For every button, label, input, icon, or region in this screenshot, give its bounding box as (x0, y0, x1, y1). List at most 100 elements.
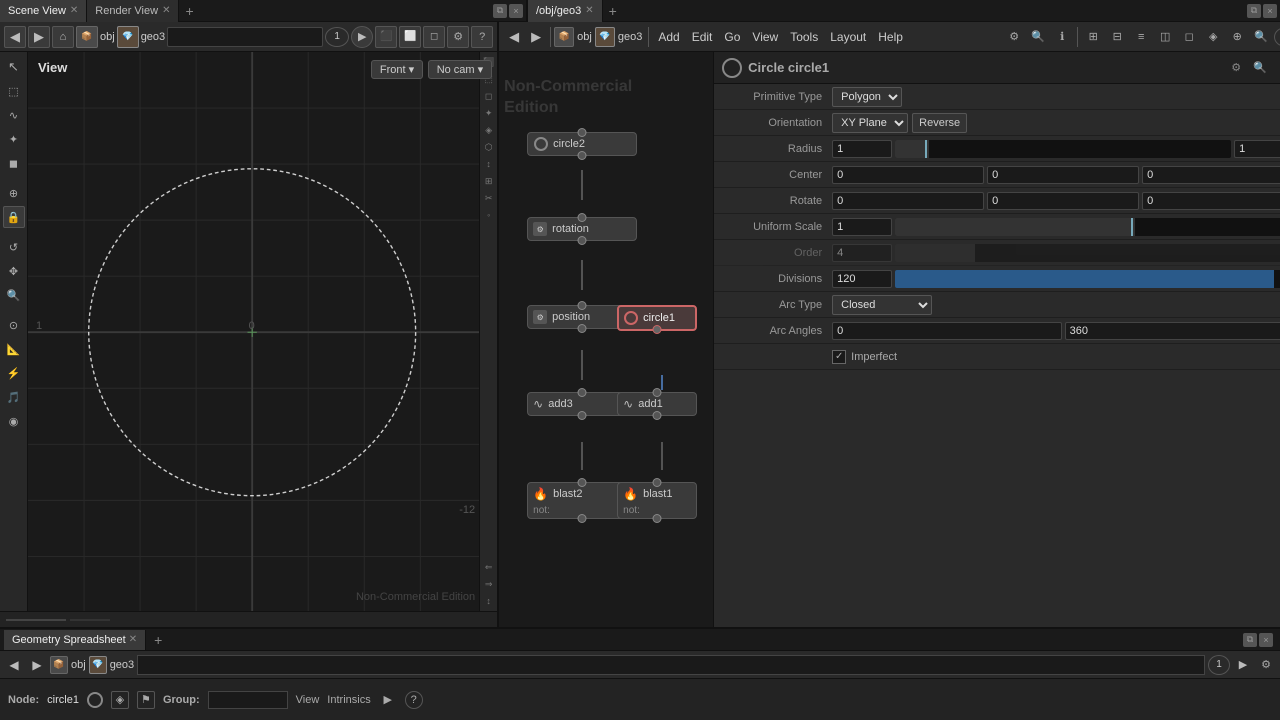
node-position-connector-bottom[interactable] (578, 324, 587, 333)
node-flag-icon[interactable]: ⚑ (137, 691, 155, 709)
uniform-scale-slider[interactable] (895, 218, 1280, 236)
settings-icon[interactable]: ⚙ (447, 26, 469, 48)
tool-paint[interactable]: ◼ (3, 152, 25, 174)
node-circle2-connector-top[interactable] (578, 128, 587, 137)
viewport-side-btn-3[interactable]: ◻ (481, 88, 497, 104)
node-display-icon[interactable]: ◈ (111, 691, 129, 709)
node-add1-connector-top[interactable] (653, 388, 662, 397)
add-tab-right[interactable]: + (603, 3, 623, 19)
radius-input-1[interactable] (832, 140, 892, 158)
win-btn-3[interactable]: ⧉ (1247, 4, 1261, 18)
tool-orbit[interactable]: ↺ (3, 236, 25, 258)
tab-geo3-close[interactable]: ✕ (585, 5, 593, 16)
viewport-side-btn-10[interactable]: ◦ (481, 207, 497, 223)
arc-angle-1[interactable] (832, 322, 1062, 340)
node-rotation-connector-top[interactable] (578, 213, 587, 222)
menu-tools[interactable]: Tools (784, 25, 824, 49)
geometry-spreadsheet-close[interactable]: ✕ (129, 634, 137, 645)
imperfect-checkbox[interactable]: ✓ (832, 350, 846, 364)
radius-slider[interactable] (895, 140, 1231, 158)
win-btn-2[interactable]: × (509, 4, 523, 18)
node-blast2-connector-top[interactable] (578, 478, 587, 487)
tab-render-view[interactable]: Render View ✕ (87, 0, 179, 22)
tool-transform[interactable]: ⊕ (3, 182, 25, 204)
menu-layout[interactable]: Layout (824, 25, 872, 49)
tool-lasso[interactable]: ∿ (3, 104, 25, 126)
tool-box-select[interactable]: ⬚ (3, 80, 25, 102)
nav-forward-btn[interactable]: ▶ (28, 26, 50, 48)
node-circle2-connector-bottom[interactable] (578, 151, 587, 160)
tool-extra1[interactable]: ⚡ (3, 362, 25, 384)
node-blast1[interactable]: 🔥 blast1 not: (617, 482, 697, 519)
node-blast1-connector-top[interactable] (653, 478, 662, 487)
viewport-front-badge[interactable]: Front ▾ (371, 60, 423, 79)
viewport-side-btn-6[interactable]: ⬡ (481, 139, 497, 155)
node-group-input[interactable] (208, 691, 288, 709)
play-btn[interactable]: ▶ (351, 26, 373, 48)
right-nav-forward[interactable]: ▶ (525, 26, 547, 48)
viewport-side-btn-13[interactable]: ↕ (481, 593, 497, 609)
right-icon-extra3[interactable]: ◈ (1202, 26, 1224, 48)
tool-extra3[interactable]: ◉ (3, 410, 25, 432)
tool-measure[interactable]: 📐 (3, 338, 25, 360)
prop-search-icon[interactable]: 🔍 (1250, 58, 1270, 78)
menu-edit[interactable]: Edit (686, 25, 719, 49)
right-nav-back[interactable]: ◀ (503, 26, 525, 48)
node-rotation-connector-bottom[interactable] (578, 236, 587, 245)
add-bottom-tab[interactable]: + (148, 632, 168, 648)
viewport-side-btn-4[interactable]: ✦ (481, 105, 497, 121)
viewport-cam-badge[interactable]: No cam ▾ (428, 60, 492, 79)
prop-info-icon[interactable]: ℹ (1274, 58, 1280, 78)
bottom-play-sequence[interactable]: ▶ (379, 691, 397, 709)
right-icon-settings[interactable]: ⚙ (1003, 26, 1025, 48)
menu-help[interactable]: Help (872, 25, 909, 49)
help-icon-left[interactable]: ? (471, 26, 493, 48)
radius-input-2[interactable] (1234, 140, 1280, 158)
node-blast2-connector-bottom[interactable] (578, 514, 587, 523)
arc-angle-2[interactable] (1065, 322, 1280, 340)
prop-settings-icon[interactable]: ⚙ (1226, 58, 1246, 78)
tab-geo3[interactable]: /obj/geo3 ✕ (528, 0, 603, 22)
tool-snap[interactable]: ⊙ (3, 314, 25, 336)
tool-icon-3[interactable]: ◻ (423, 26, 445, 48)
tab-scene-view-close[interactable]: ✕ (70, 5, 78, 16)
node-add3-connector-top[interactable] (578, 388, 587, 397)
tool-icon-1[interactable]: ⬛ (375, 26, 397, 48)
center-x[interactable] (832, 166, 984, 184)
viewport-side-btn-12[interactable]: ⇒ (481, 576, 497, 592)
home-btn[interactable]: ⌂ (52, 26, 74, 48)
node-position-connector-top[interactable] (578, 301, 587, 310)
viewport-side-btn-9[interactable]: ✂ (481, 190, 497, 206)
tool-select[interactable]: ↖ (3, 56, 25, 78)
tool-icon-2[interactable]: ⬜ (399, 26, 421, 48)
arc-type-select[interactable]: Closed Open Chord (832, 295, 932, 315)
win-btn-1[interactable]: ⧉ (493, 4, 507, 18)
rotate-y[interactable] (987, 192, 1139, 210)
bottom-settings-icon[interactable]: ⚙ (1256, 655, 1276, 675)
divisions-slider[interactable] (895, 270, 1280, 288)
tab-scene-view[interactable]: Scene View ✕ (0, 0, 87, 22)
bottom-nav-back[interactable]: ◀ (4, 655, 24, 675)
order-slider[interactable] (895, 244, 1280, 262)
right-icon-list[interactable]: ≡ (1130, 26, 1152, 48)
menu-view[interactable]: View (746, 25, 784, 49)
win-btn-4[interactable]: × (1263, 4, 1277, 18)
bottom-win-btn-2[interactable]: × (1259, 633, 1273, 647)
primitive-type-select[interactable]: Polygon NURBS Bezier (832, 87, 902, 107)
divisions-input[interactable] (832, 270, 892, 288)
node-circle1-connector-bottom[interactable] (653, 325, 662, 334)
nav-back-btn[interactable]: ◀ (4, 26, 26, 48)
bottom-help-icon[interactable]: ? (405, 691, 423, 709)
menu-go[interactable]: Go (718, 25, 746, 49)
right-icon-extra2[interactable]: ◻ (1178, 26, 1200, 48)
viewport-side-btn-7[interactable]: ↕ (481, 156, 497, 172)
right-icon-search[interactable]: 🔍 (1027, 26, 1049, 48)
tool-zoom[interactable]: 🔍 (3, 284, 25, 306)
bottom-play-btn[interactable]: ▶ (1233, 655, 1253, 675)
tool-extra2[interactable]: 🎵 (3, 386, 25, 408)
tool-pan[interactable]: ✥ (3, 260, 25, 282)
node-rotation[interactable]: ⚙ rotation (527, 217, 637, 241)
right-icon-grid2[interactable]: ⊟ (1106, 26, 1128, 48)
viewport-side-btn-5[interactable]: ◈ (481, 122, 497, 138)
right-icon-extra4[interactable]: ⊕ (1226, 26, 1248, 48)
